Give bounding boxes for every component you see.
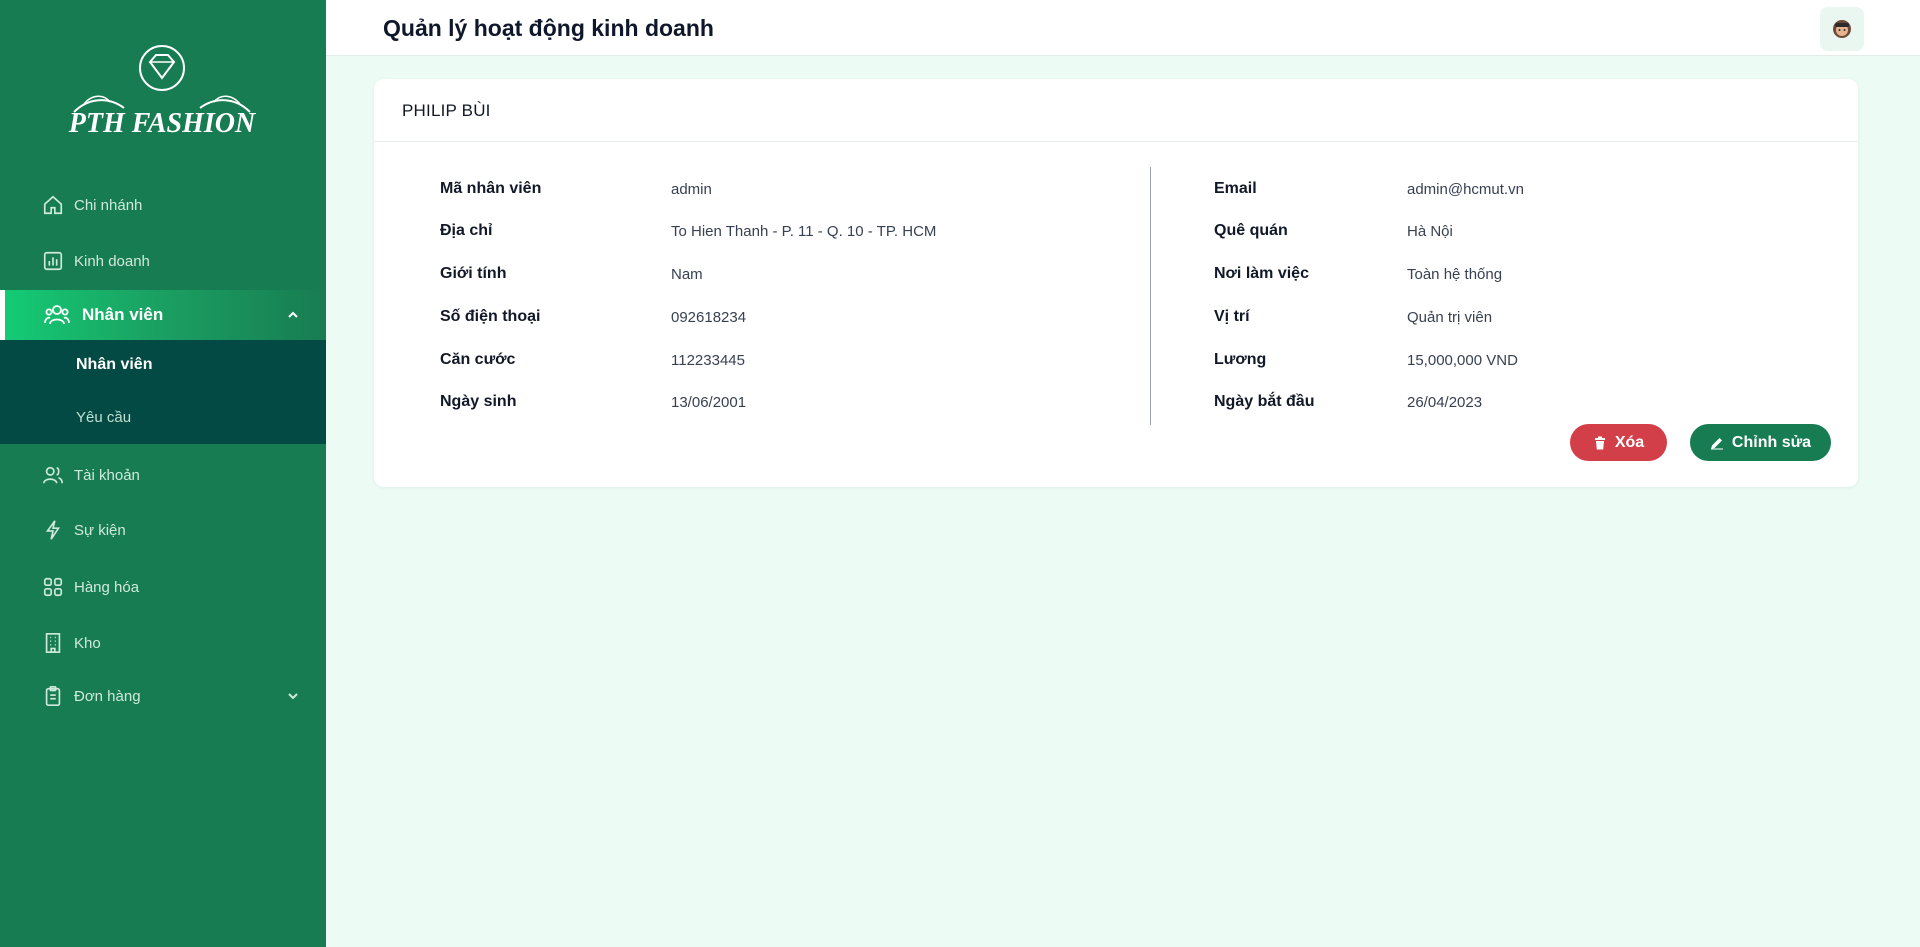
- field-label-gender: Giới tính: [440, 265, 507, 282]
- sidebar-item-warehouse[interactable]: Kho: [0, 618, 326, 668]
- sidebar-item-goods[interactable]: Hàng hóa: [0, 562, 326, 612]
- building-icon: [42, 632, 64, 654]
- submenu-item-employees[interactable]: Nhân viên: [76, 356, 152, 374]
- sidebar-item-events[interactable]: Sự kiện: [0, 505, 326, 555]
- field-value-position: Quản trị viên: [1407, 309, 1493, 326]
- sidebar-item-business[interactable]: Kinh doanh: [0, 236, 326, 286]
- field-value-phone: 092618234: [671, 309, 747, 326]
- trash-icon: [1594, 436, 1605, 449]
- users-icon: [44, 303, 70, 327]
- user-group-icon: [42, 464, 64, 486]
- sidebar-item-label: Sự kiện: [74, 521, 126, 539]
- field-label-birth-date: Ngày sinh: [440, 393, 517, 410]
- field-value-id-card: 112233445: [671, 352, 745, 369]
- field-value-address: To Hien Thanh - P. 11 - Q. 10 - TP. HCM: [671, 223, 937, 240]
- employee-detail-card: PHILIP BÙI Mã nhân viên admin Địa chỉ To…: [374, 79, 1858, 487]
- sidebar-item-orders[interactable]: Đơn hàng: [0, 671, 326, 721]
- sidebar-item-accounts[interactable]: Tài khoản: [0, 450, 326, 500]
- logo-text: PTH FASHION: [68, 108, 257, 139]
- sidebar-item-label: Đơn hàng: [74, 687, 141, 705]
- field-label-email: Email: [1214, 180, 1257, 197]
- clipboard-icon: [42, 685, 64, 707]
- sidebar-item-branch[interactable]: Chi nhánh: [0, 180, 326, 230]
- field-label-hometown: Quê quán: [1214, 222, 1288, 239]
- field-value-hometown: Hà Nội: [1407, 223, 1453, 240]
- bar-chart-icon: [42, 250, 64, 272]
- sidebar-item-label: Hàng hóa: [74, 578, 140, 596]
- field-value-email: admin@hcmut.vn: [1407, 181, 1524, 198]
- field-label-salary: Lương: [1214, 351, 1267, 368]
- employees-submenu: Nhân viên Yêu cầu: [0, 340, 326, 444]
- grid-icon: [42, 576, 64, 598]
- field-label-start-date: Ngày bắt đầu: [1214, 393, 1315, 410]
- brand-logo[interactable]: PTH FASHION: [64, 42, 264, 142]
- chevron-up-icon: [284, 306, 302, 324]
- page-title: Quản lý hoạt động kinh doanh: [383, 15, 714, 41]
- field-label-employee-id: Mã nhân viên: [440, 180, 542, 197]
- edit-button-label: Chỉnh sửa: [1731, 433, 1812, 451]
- field-value-start-date: 26/04/2023: [1407, 394, 1483, 411]
- column-divider: [1150, 167, 1151, 425]
- chevron-down-icon: [284, 687, 302, 705]
- field-value-employee-id: admin: [671, 181, 712, 198]
- pencil-icon: [1710, 437, 1723, 449]
- field-label-phone: Số điện thoại: [440, 308, 541, 325]
- sidebar: PTH FASHION Chi nhánh Kinh doanh Nhân vi…: [0, 0, 326, 947]
- submenu-item-requests[interactable]: Yêu cầu: [76, 409, 131, 426]
- sidebar-item-employees[interactable]: Nhân viên: [0, 290, 326, 340]
- field-label-address: Địa chỉ: [440, 222, 493, 239]
- field-label-id-card: Căn cước: [440, 351, 516, 368]
- field-value-salary: 15,000,000 VND: [1407, 352, 1518, 369]
- sidebar-item-label: Kho: [74, 634, 101, 652]
- field-value-birth-date: 13/06/2001: [671, 394, 747, 411]
- employee-name: PHILIP BÙI: [402, 101, 491, 120]
- field-label-workplace: Nơi làm việc: [1214, 265, 1309, 282]
- top-header: Quản lý hoạt động kinh doanh: [326, 0, 1920, 56]
- lightning-icon: [42, 519, 64, 541]
- home-icon: [42, 194, 64, 216]
- sidebar-item-label: Tài khoản: [74, 466, 140, 484]
- active-indicator: [0, 290, 5, 340]
- avatar-icon: [1833, 20, 1851, 38]
- delete-button-label: Xóa: [1614, 433, 1645, 451]
- user-avatar-button[interactable]: [1820, 7, 1864, 51]
- sidebar-item-label: Kinh doanh: [74, 252, 150, 270]
- sidebar-item-label: Chi nhánh: [74, 196, 143, 214]
- edit-button[interactable]: Chỉnh sửa: [1690, 424, 1831, 461]
- field-value-gender: Nam: [671, 266, 703, 283]
- sidebar-item-label: Nhân viên: [82, 305, 164, 324]
- field-label-position: Vị trí: [1214, 308, 1250, 325]
- field-value-workplace: Toàn hệ thống: [1407, 266, 1503, 283]
- card-header: PHILIP BÙI: [374, 79, 1858, 142]
- delete-button[interactable]: Xóa: [1570, 424, 1667, 461]
- diamond-logo-icon: PTH FASHION: [68, 45, 257, 139]
